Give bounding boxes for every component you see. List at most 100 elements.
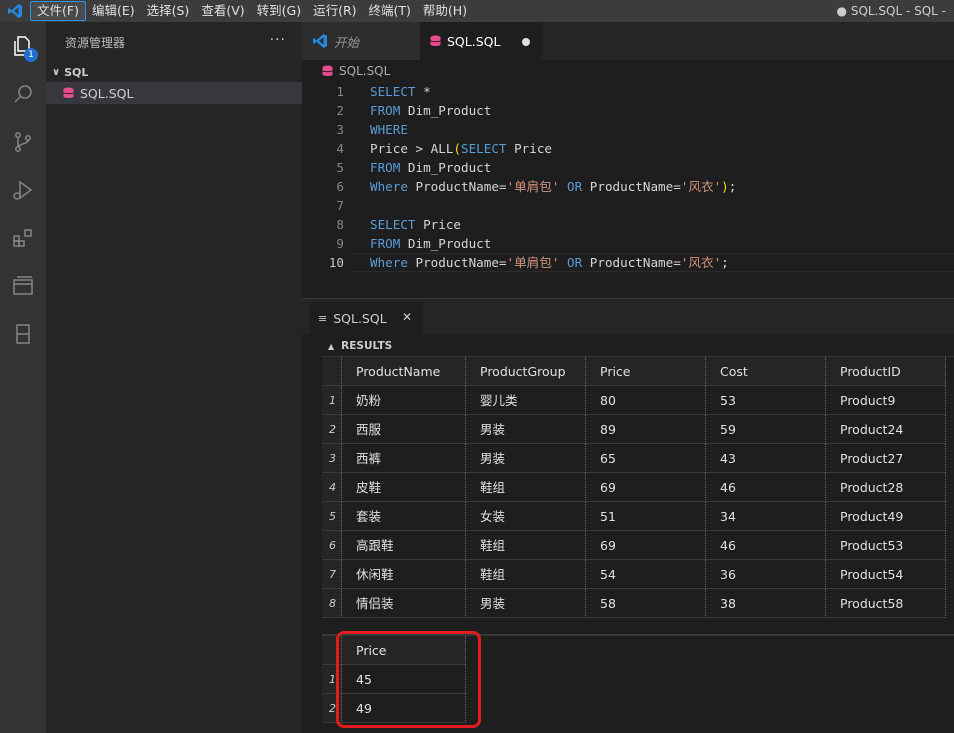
file-label: SQL.SQL (80, 85, 134, 101)
table-cell[interactable]: 男装 (466, 444, 586, 473)
line-number: 10 (328, 255, 344, 270)
sidebar-file-sql[interactable]: SQL.SQL (46, 82, 302, 104)
table-cell[interactable]: Product28 (826, 473, 946, 502)
source-control-icon[interactable] (0, 118, 46, 166)
code-line: Price > ALL(SELECT Price (370, 141, 552, 156)
connections-icon[interactable] (0, 262, 46, 310)
code-editor[interactable]: 1 2 3 4 5 6 7 8 9 10 SELECT * FROM Dim_Pr… (302, 82, 954, 298)
vscode-logo-icon (0, 0, 30, 22)
row-index: 1 (322, 386, 342, 415)
table-row[interactable]: 7 休闲鞋 鞋组 54 36 Product54 (322, 560, 946, 589)
breadcrumb[interactable]: SQL.SQL (302, 60, 954, 82)
tab-results-sql[interactable]: ≡ SQL.SQL ✕ (310, 302, 422, 334)
vscode-logo-icon (313, 34, 327, 48)
column-header[interactable]: ProductGroup (466, 357, 586, 386)
table-cell[interactable]: Product9 (826, 386, 946, 415)
menu-view[interactable]: 查看(V) (195, 1, 250, 21)
table-cell[interactable]: Product49 (826, 502, 946, 531)
menu-terminal[interactable]: 终端(T) (363, 1, 417, 21)
line-number: 5 (336, 160, 344, 175)
table-cell[interactable]: 69 (586, 531, 706, 560)
menu-help[interactable]: 帮助(H) (417, 1, 473, 21)
explorer-sidebar: 资源管理器 ··· ∨ SQL SQL.SQL (46, 22, 302, 733)
table-cell[interactable]: 43 (706, 444, 826, 473)
table-cell[interactable]: 46 (706, 531, 826, 560)
menu-go[interactable]: 转到(G) (251, 1, 307, 21)
database-icon (322, 65, 333, 76)
table-row[interactable]: 1 奶粉 婴儿类 80 53 Product9 (322, 386, 946, 415)
table-cell[interactable]: 38 (706, 589, 826, 618)
column-header[interactable]: Cost (706, 357, 826, 386)
column-header[interactable]: Price (586, 357, 706, 386)
close-icon[interactable]: ✕ (402, 310, 412, 324)
table-row[interactable]: 2 西服 男装 89 59 Product24 (322, 415, 946, 444)
table-row[interactable]: 8 情侣装 男装 58 38 Product58 (322, 589, 946, 618)
table-cell[interactable]: Product54 (826, 560, 946, 589)
table-cell[interactable]: 男装 (466, 415, 586, 444)
annotation-highlight-box (336, 631, 481, 728)
table-cell[interactable]: 鞋组 (466, 560, 586, 589)
explorer-badge: 1 (24, 48, 38, 62)
table-cell[interactable]: 65 (586, 444, 706, 473)
table-cell[interactable]: 89 (586, 415, 706, 444)
table-cell[interactable]: 婴儿类 (466, 386, 586, 415)
table-cell[interactable]: 套装 (342, 502, 466, 531)
menu-edit[interactable]: 编辑(E) (86, 1, 141, 21)
table-cell[interactable]: Product58 (826, 589, 946, 618)
table-cell[interactable]: 鞋组 (466, 473, 586, 502)
table-cell[interactable]: 情侣装 (342, 589, 466, 618)
table-cell[interactable]: 34 (706, 502, 826, 531)
table-cell[interactable]: 51 (586, 502, 706, 531)
table-cell[interactable]: 53 (706, 386, 826, 415)
row-index: 5 (322, 502, 342, 531)
search-icon[interactable] (0, 70, 46, 118)
table-cell[interactable]: Product53 (826, 531, 946, 560)
tab-sql[interactable]: SQL.SQL (420, 22, 542, 60)
table-cell[interactable]: 36 (706, 560, 826, 589)
table-row[interactable]: 3 西裤 男装 65 43 Product27 (322, 444, 946, 473)
table-cell[interactable]: 58 (586, 589, 706, 618)
results-title: RESULTS (341, 340, 393, 352)
code-line: Where ProductName='单肩包' OR ProductName='… (370, 255, 729, 270)
column-header[interactable]: ProductName (342, 357, 466, 386)
code-line: Where ProductName='单肩包' OR ProductName='… (370, 179, 737, 194)
table-cell[interactable]: 69 (586, 473, 706, 502)
line-number: 8 (336, 217, 344, 232)
code-line: SELECT * (370, 84, 431, 99)
table-row[interactable]: 5 套装 女装 51 34 Product49 (322, 502, 946, 531)
table-cell[interactable]: 鞋组 (466, 531, 586, 560)
table-cell[interactable]: 高跟鞋 (342, 531, 466, 560)
table-cell[interactable]: 奶粉 (342, 386, 466, 415)
results-header[interactable]: ▲ RESULTS (322, 336, 954, 356)
column-header[interactable]: ProductID (826, 357, 946, 386)
extensions-icon[interactable] (0, 214, 46, 262)
table-cell[interactable]: 女装 (466, 502, 586, 531)
unsaved-dot-icon[interactable] (522, 38, 530, 46)
table-cell[interactable]: 46 (706, 473, 826, 502)
table-cell[interactable]: 西服 (342, 415, 466, 444)
table-cell[interactable]: Product27 (826, 444, 946, 473)
table-cell[interactable]: 59 (706, 415, 826, 444)
run-debug-icon[interactable] (0, 166, 46, 214)
table-cell[interactable]: 54 (586, 560, 706, 589)
table-cell[interactable]: Product24 (826, 415, 946, 444)
menu-file[interactable]: 文件(F) (30, 1, 86, 21)
notebook-icon[interactable] (0, 310, 46, 358)
menu-run[interactable]: 运行(R) (307, 1, 362, 21)
table-cell[interactable]: 休闲鞋 (342, 560, 466, 589)
table-cell[interactable]: 西裤 (342, 444, 466, 473)
tab-welcome[interactable]: 开始 (302, 22, 420, 60)
results-grid-1[interactable]: ProductName ProductGroup Price Cost ProductI… (322, 356, 954, 618)
line-number: 7 (336, 198, 344, 213)
more-actions-icon[interactable]: ··· (270, 32, 286, 48)
menu-selection[interactable]: 选择(S) (141, 1, 196, 21)
explorer-icon[interactable]: 1 (0, 22, 46, 70)
breadcrumb-file: SQL.SQL (339, 64, 391, 78)
table-cell[interactable]: 皮鞋 (342, 473, 466, 502)
table-header-row: ProductName ProductGroup Price Cost ProductI… (322, 357, 946, 386)
table-cell[interactable]: 80 (586, 386, 706, 415)
folder-section[interactable]: ∨ SQL (46, 62, 302, 82)
table-row[interactable]: 4 皮鞋 鞋组 69 46 Product28 (322, 473, 946, 502)
table-row[interactable]: 6 高跟鞋 鞋组 69 46 Product53 (322, 531, 946, 560)
table-cell[interactable]: 男装 (466, 589, 586, 618)
